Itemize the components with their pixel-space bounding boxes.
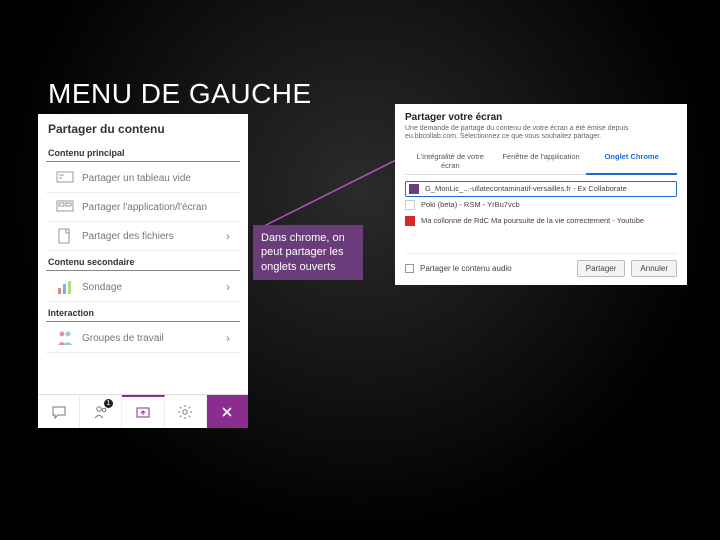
item-whiteboard[interactable]: Partager un tableau vide <box>46 164 240 193</box>
close-icon <box>220 405 234 419</box>
tab-chrome-tab[interactable]: Onglet Chrome <box>586 148 677 175</box>
section-primary-label: Contenu principal <box>46 142 240 162</box>
callout-connector <box>258 158 398 228</box>
screen-icon <box>56 198 74 216</box>
tab-row[interactable]: Poki (beta) - RSM - YrBu7vcb <box>405 197 677 213</box>
nav-share[interactable] <box>122 395 164 428</box>
item-label: Partager des fichiers <box>82 231 218 242</box>
dialog-title: Partager votre écran <box>405 112 677 123</box>
item-breakout-groups[interactable]: Groupes de travail › <box>46 324 240 353</box>
item-share-screen[interactable]: Partager l'application/l'écran <box>46 193 240 222</box>
cancel-button[interactable]: Annuler <box>631 260 677 277</box>
item-poll[interactable]: Sondage › <box>46 273 240 302</box>
share-content-panel: Partager du contenu Contenu principal Pa… <box>38 114 248 428</box>
audio-label: Partager le contenu audio <box>420 264 512 273</box>
gear-icon <box>177 404 193 420</box>
groups-icon <box>56 329 74 347</box>
share-icon <box>135 405 151 421</box>
chevron-right-icon: › <box>226 331 230 345</box>
item-share-files[interactable]: Partager des fichiers › <box>46 222 240 251</box>
poll-icon <box>56 278 74 296</box>
callout-text: Dans chrome, on peut partager les onglet… <box>261 232 345 273</box>
dialog-tabs: L'intégralité de votre écran Fenêtre de … <box>405 148 677 175</box>
file-icon <box>56 227 74 245</box>
item-label: Partager un tableau vide <box>82 173 230 184</box>
whiteboard-icon <box>56 169 74 187</box>
tab-entire-screen[interactable]: L'intégralité de votre écran <box>405 148 496 174</box>
slide-title: MENU DE GAUCHE <box>48 78 312 110</box>
item-label: Sondage <box>82 282 218 293</box>
section-interaction-label: Interaction <box>46 302 240 322</box>
tab-row[interactable]: G_MonLic_...-ullatecontaminatif-versaill… <box>405 181 677 197</box>
chat-icon <box>51 404 67 420</box>
chevron-right-icon: › <box>226 280 230 294</box>
chevron-right-icon: › <box>226 229 230 243</box>
chrome-share-dialog: Partager votre écran Une demande de part… <box>395 104 687 285</box>
dialog-tab-list: G_MonLic_...-ullatecontaminatif-versaill… <box>405 181 677 229</box>
favicon-icon <box>409 184 419 194</box>
nav-settings[interactable] <box>165 395 207 428</box>
dialog-footer: Partager le contenu audio Partager Annul… <box>405 253 677 277</box>
section-secondary-label: Contenu secondaire <box>46 251 240 271</box>
item-label: Groupes de travail <box>82 333 218 344</box>
panel-bottom-nav: 1 <box>38 394 248 428</box>
tab-row-label: Poki (beta) - RSM - YrBu7vcb <box>421 200 520 209</box>
audio-checkbox[interactable] <box>405 264 414 273</box>
nav-close[interactable] <box>207 395 248 428</box>
callout-box: Dans chrome, on peut partager les onglet… <box>253 225 363 280</box>
attendees-badge: 1 <box>104 399 114 408</box>
tab-row-label: Ma collonne de RdC Ma poursuite de la vi… <box>421 216 644 225</box>
dialog-description: Une demande de partage du contenu de vot… <box>405 125 677 142</box>
item-label: Partager l'application/l'écran <box>82 202 230 213</box>
favicon-icon <box>405 216 415 226</box>
share-button[interactable]: Partager <box>577 260 626 277</box>
tab-row[interactable]: Ma collonne de RdC Ma poursuite de la vi… <box>405 213 677 229</box>
nav-attendees[interactable]: 1 <box>80 395 122 428</box>
nav-chat[interactable] <box>38 395 80 428</box>
tab-row-label: G_MonLic_...-ullatecontaminatif-versaill… <box>425 184 627 193</box>
panel-header: Partager du contenu <box>38 114 248 142</box>
tab-app-window[interactable]: Fenêtre de l'application <box>496 148 587 174</box>
favicon-icon <box>405 200 415 210</box>
